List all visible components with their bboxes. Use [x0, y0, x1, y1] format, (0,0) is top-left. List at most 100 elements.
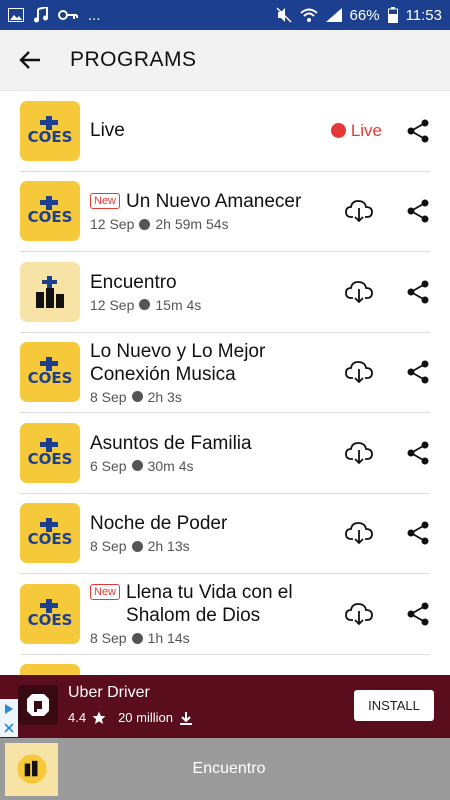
program-duration: 2h 13s: [147, 538, 190, 555]
program-logo: COES: [20, 181, 80, 242]
program-duration: 30m 4s: [147, 457, 194, 474]
back-arrow-icon: [19, 51, 40, 69]
battery-icon: [387, 7, 398, 23]
separator-dot: [139, 299, 151, 311]
mute-icon: [276, 7, 292, 23]
download-button[interactable]: [344, 196, 374, 226]
program-logo: COES: [20, 342, 80, 403]
more-dots-icon: ...: [88, 6, 101, 24]
player-thumbnail: [5, 742, 58, 796]
program-date: 8 Sep: [90, 630, 127, 647]
app-bar: PROGRAMS: [0, 30, 450, 91]
share-button[interactable]: [406, 119, 430, 143]
install-button[interactable]: INSTALL: [354, 690, 434, 721]
svg-text:COES: COES: [28, 611, 73, 629]
separator-dot: [131, 632, 143, 644]
ad-choices-icon[interactable]: [0, 699, 18, 737]
live-dot-icon: [330, 123, 346, 139]
share-button[interactable]: [406, 602, 430, 626]
program-date: 8 Sep: [90, 538, 127, 555]
program-date: 12 Sep: [90, 296, 135, 313]
program-logo: COES: [20, 100, 80, 161]
program-logo: [20, 261, 80, 322]
share-icon: [407, 441, 429, 465]
ad-app-logo: [18, 685, 58, 725]
program-list: COES Live Live COES New Un Nuevo Amanece…: [20, 91, 430, 735]
share-icon: [407, 521, 429, 545]
share-icon: [407, 199, 429, 223]
ad-app-name: Uber Driver: [68, 684, 150, 701]
share-button[interactable]: [406, 280, 430, 304]
program-logo: COES: [20, 422, 80, 483]
program-logo: COES: [20, 503, 80, 564]
program-title: Un Nuevo Amanecer: [126, 191, 302, 213]
download-button[interactable]: [344, 518, 374, 548]
program-title: Noche de Poder: [90, 513, 228, 535]
download-button[interactable]: [344, 438, 374, 468]
program-meta: 8 Sep 2h 3s: [90, 389, 344, 405]
list-item[interactable]: COES Asuntos de Familia 6 Sep 30m 4s: [20, 413, 430, 494]
download-button[interactable]: [344, 357, 374, 387]
program-date: 8 Sep: [90, 388, 127, 405]
page-title: PROGRAMS: [70, 48, 197, 71]
clock: 11:53: [405, 6, 442, 24]
program-duration: 2h 59m 54s: [155, 216, 229, 233]
separator-dot: [131, 540, 143, 552]
ad-app-meta: 4.4 20 million: [68, 710, 193, 725]
list-item[interactable]: COES Live Live: [20, 91, 430, 172]
share-icon: [407, 119, 429, 143]
new-badge: New: [90, 584, 121, 601]
share-button[interactable]: [406, 360, 430, 384]
back-button[interactable]: [0, 30, 60, 91]
share-icon: [407, 360, 429, 384]
share-button[interactable]: [406, 199, 430, 223]
program-title: Lo Nuevo y Lo Mejor Conexión Musica: [90, 340, 266, 385]
program-meta: 12 Sep 15m 4s: [90, 297, 344, 313]
program-duration: 15m 4s: [155, 296, 202, 313]
share-icon: [407, 602, 429, 626]
separator-dot: [139, 218, 151, 230]
svg-text:COES: COES: [28, 450, 73, 468]
list-item[interactable]: COES New Llena tu Vida con el Shalom de …: [20, 574, 430, 655]
battery-text: 66%: [349, 6, 380, 24]
mini-player[interactable]: Encuentro: [0, 738, 450, 800]
cloud-download-icon: [345, 602, 373, 626]
music-icon: [34, 7, 48, 23]
cloud-download-icon: [345, 200, 373, 223]
separator-dot: [131, 391, 143, 403]
ad-banner[interactable]: Uber Driver 4.4 20 million INSTALL: [0, 675, 450, 738]
program-title: Live: [90, 120, 125, 142]
svg-text:COES: COES: [28, 128, 73, 146]
star-icon: [92, 711, 106, 724]
image-icon: [8, 8, 24, 22]
list-item[interactable]: COES New Un Nuevo Amanecer 12 Sep 2h 59m…: [20, 172, 430, 252]
program-title: Llena tu Vida con el Shalom de Dios: [126, 582, 293, 627]
program-logo: COES: [20, 583, 80, 644]
share-icon: [407, 280, 429, 304]
cloud-download-icon: [345, 361, 373, 384]
program-meta: 6 Sep 30m 4s: [90, 458, 344, 474]
list-item[interactable]: COES Lo Nuevo y Lo Mejor Conexión Musica…: [20, 333, 430, 413]
program-meta: 8 Sep 2h 13s: [90, 538, 344, 554]
share-button[interactable]: [406, 521, 430, 545]
separator-dot: [131, 460, 143, 472]
live-indicator: Live: [330, 121, 382, 141]
program-date: 12 Sep: [90, 216, 135, 233]
program-duration: 2h 3s: [147, 388, 182, 405]
cloud-download-icon: [345, 522, 373, 545]
download-icon: [180, 711, 192, 725]
svg-text:COES: COES: [28, 530, 73, 548]
list-item[interactable]: COES Noche de Poder 8 Sep 2h 13s: [20, 494, 430, 574]
ad-rating: 4.4: [68, 710, 87, 725]
cloud-download-icon: [345, 441, 373, 465]
download-button[interactable]: [344, 277, 374, 307]
program-date: 6 Sep: [90, 457, 127, 474]
cloud-download-icon: [345, 280, 373, 304]
program-meta: 8 Sep 1h 14s: [90, 630, 344, 646]
status-bar: ... 66% 11:53: [0, 0, 450, 30]
list-item[interactable]: Encuentro 12 Sep 15m 4s: [20, 252, 430, 333]
download-button[interactable]: [344, 599, 374, 629]
signal-icon: [325, 8, 342, 22]
share-button[interactable]: [406, 441, 430, 465]
svg-text:COES: COES: [28, 369, 73, 387]
